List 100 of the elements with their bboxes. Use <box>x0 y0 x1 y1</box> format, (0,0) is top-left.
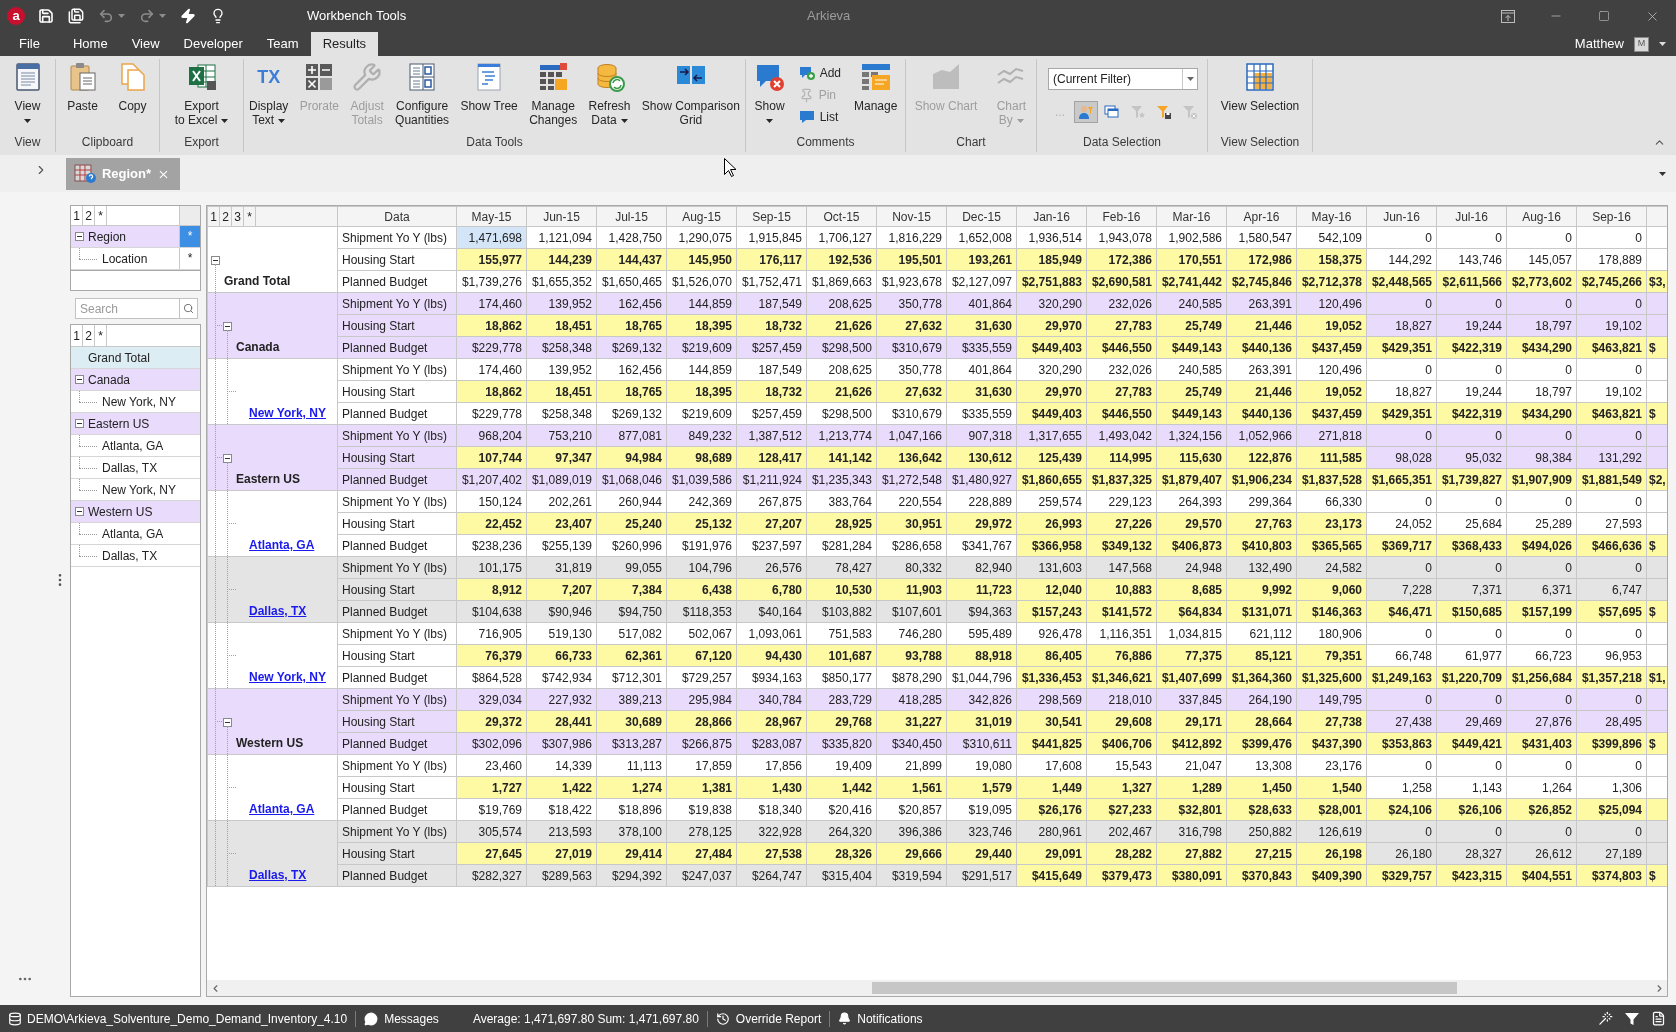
notifications-button[interactable]: Notifications <box>838 1009 923 1028</box>
tree-item[interactable]: New York, NY <box>71 479 200 501</box>
add-comment-button[interactable]: Add <box>798 62 841 84</box>
scrollbar-thumb[interactable] <box>872 982 1457 994</box>
export-excel-button[interactable]: Export to Excel <box>171 60 232 127</box>
column-header: Jun-15 <box>526 206 597 227</box>
location-link[interactable]: Dallas, TX <box>249 866 307 884</box>
app-logo[interactable]: a <box>7 7 25 25</box>
column-header: Data <box>337 206 457 227</box>
database-icon <box>8 1011 22 1026</box>
comment-icon <box>798 109 815 125</box>
location-link[interactable]: Dallas, TX <box>249 602 307 620</box>
search-button[interactable] <box>180 298 198 319</box>
tree-item[interactable]: Dallas, TX <box>71 457 200 479</box>
menu-tab[interactable]: File <box>0 32 61 56</box>
level-item[interactable]: Region * <box>71 226 200 248</box>
level-item[interactable]: Location * <box>71 248 200 270</box>
column-header: Jul-15 <box>596 206 667 227</box>
column-header: Feb-16 <box>1086 206 1157 227</box>
list-comments-button[interactable]: List <box>798 106 841 128</box>
column-header: May-15 <box>456 206 527 227</box>
show-tree-button[interactable]: Show Tree <box>457 60 521 113</box>
column-header: Oct-15 <box>806 206 877 227</box>
column-header: Sep-16 <box>1576 206 1647 227</box>
minus-box-icon[interactable] <box>75 507 84 516</box>
user-filter-button[interactable] <box>1074 101 1098 123</box>
filter-button[interactable] <box>1625 1011 1639 1026</box>
level-button[interactable]: * <box>95 206 107 225</box>
view-selection-button[interactable]: View Selection <box>1217 60 1303 113</box>
level-button[interactable]: 1 <box>208 207 220 226</box>
location-link[interactable]: Atlanta, GA <box>249 536 315 554</box>
level-button[interactable]: 2 <box>220 207 232 226</box>
column-header: Jan-16 <box>1016 206 1087 227</box>
row-group-label: Canada <box>236 339 280 356</box>
configure-quantities-button[interactable]: Configure Quantities <box>392 60 453 127</box>
menu-tab[interactable]: Results <box>310 32 378 56</box>
minus-box-icon[interactable] <box>75 375 84 384</box>
minus-box-icon[interactable] <box>75 419 84 428</box>
level-button[interactable]: * <box>95 325 107 346</box>
tree-item[interactable]: Eastern US <box>71 413 200 435</box>
manage-comments-button[interactable]: Manage <box>851 60 901 113</box>
tree-item[interactable]: Western US <box>71 501 200 523</box>
refresh-data-button[interactable]: Refresh Data <box>585 60 634 127</box>
level-button[interactable]: 2 <box>83 206 95 225</box>
paste-button[interactable]: Paste <box>63 60 102 113</box>
grid-changes-icon <box>537 61 570 93</box>
tree-item[interactable]: Atlanta, GA <box>71 523 200 545</box>
show-comparison-grid-button[interactable]: Show Comparison Grid <box>638 60 743 127</box>
manage-changes-button[interactable]: Manage Changes <box>526 60 581 127</box>
menu-tab[interactable]: Developer <box>171 32 255 56</box>
messages-button[interactable]: Messages <box>364 1009 439 1028</box>
location-link[interactable]: New York, NY <box>249 404 326 422</box>
caret-icon <box>278 118 286 123</box>
pin-icon <box>798 87 814 103</box>
column-header: Sep-15 <box>736 206 807 227</box>
level-button[interactable]: 1 <box>71 206 83 225</box>
caret-icon <box>159 14 166 18</box>
copy-button[interactable]: Copy <box>113 60 152 113</box>
bell-icon <box>838 1012 852 1025</box>
level-button[interactable]: 1 <box>71 325 83 346</box>
location-link[interactable]: Atlanta, GA <box>249 800 315 818</box>
menu-tab[interactable]: View <box>119 32 172 56</box>
minus-box-icon[interactable] <box>223 717 232 727</box>
wrench-icon <box>352 62 383 92</box>
tree-item[interactable]: Canada <box>71 369 200 391</box>
filter-dropdown[interactable]: (Current Filter) <box>1048 68 1198 90</box>
show-comments-button[interactable]: Show <box>750 60 789 123</box>
location-link[interactable]: New York, NY <box>249 668 326 686</box>
level-button[interactable]: 3 <box>232 207 244 226</box>
menu-tab[interactable]: Team <box>254 32 311 56</box>
tree-item[interactable]: Dallas, TX <box>71 545 200 567</box>
level-button[interactable]: * <box>244 207 256 226</box>
search-icon <box>183 303 194 314</box>
column-header: Jul-16 <box>1436 206 1507 227</box>
minus-box-icon[interactable] <box>75 232 84 241</box>
history-icon <box>715 1011 730 1026</box>
wand-button[interactable] <box>1598 1011 1613 1026</box>
tree-item[interactable]: Grand Total <box>71 347 200 369</box>
level-button[interactable]: 2 <box>83 325 95 346</box>
search-field[interactable]: Search <box>75 298 180 319</box>
app-title: Arkieva <box>807 7 851 26</box>
display-text-button[interactable]: TX Display Text <box>246 60 292 127</box>
minus-box-icon[interactable] <box>223 321 232 331</box>
ribbon-group-label: Data Selection <box>1081 134 1162 151</box>
minus-box-icon[interactable] <box>211 255 220 265</box>
caret-icon <box>1659 172 1666 177</box>
document-button[interactable] <box>1651 1011 1666 1026</box>
tree-item[interactable]: Atlanta, GA <box>71 435 200 457</box>
column-header: Aug-15 <box>666 206 737 227</box>
column-header: Mar-16 <box>1156 206 1227 227</box>
user-name[interactable]: Matthew <box>1574 34 1624 54</box>
override-report-button[interactable]: Override Report <box>715 1009 822 1028</box>
minus-box-icon[interactable] <box>223 453 232 463</box>
view-button[interactable]: View <box>8 60 47 123</box>
filter-icon <box>1625 1011 1639 1026</box>
tree-item[interactable]: New York, NY <box>71 391 200 413</box>
caret-icon <box>620 118 628 123</box>
menu-tab[interactable]: Home <box>60 32 120 56</box>
user-avatar[interactable]: M <box>1634 36 1649 52</box>
person-filter-icon <box>1078 104 1094 120</box>
